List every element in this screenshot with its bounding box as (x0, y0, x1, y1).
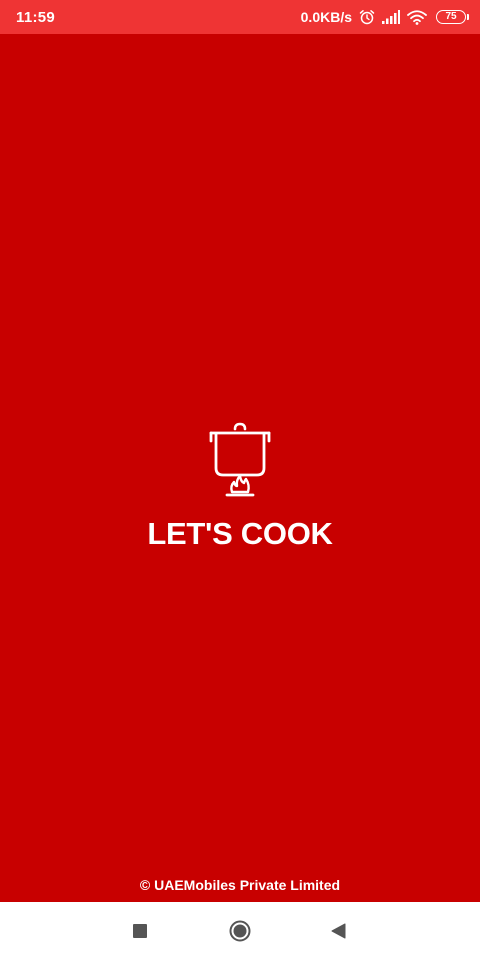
recents-button[interactable] (110, 902, 170, 960)
alarm-icon (359, 9, 375, 25)
home-button[interactable] (210, 902, 270, 960)
battery-icon: 75 (436, 10, 469, 24)
battery-level: 75 (445, 11, 457, 22)
back-triangle-icon (331, 923, 346, 939)
status-time: 11:59 (16, 8, 56, 26)
square-icon (133, 924, 147, 938)
status-bar: 11:59 0.0KB/s 75 (0, 0, 480, 34)
app-title: LET'S COOK (147, 516, 333, 551)
splash-content: LET'S COOK (0, 420, 480, 552)
circle-icon (229, 920, 251, 942)
copyright-text: © UAEMobiles Private Limited (139, 877, 341, 893)
splash-screen: 11:59 0.0KB/s 75 LET'S COOK © UAEMobiles… (0, 0, 480, 960)
wifi-icon (407, 9, 427, 25)
cooking-pot-icon (209, 422, 271, 497)
status-indicators: 0.0KB/s 75 (300, 9, 469, 25)
signal-icon (382, 10, 400, 24)
back-button[interactable] (308, 902, 368, 960)
navigation-bar (0, 902, 480, 960)
network-speed: 0.0KB/s (300, 9, 352, 25)
battery-cap (467, 14, 469, 20)
